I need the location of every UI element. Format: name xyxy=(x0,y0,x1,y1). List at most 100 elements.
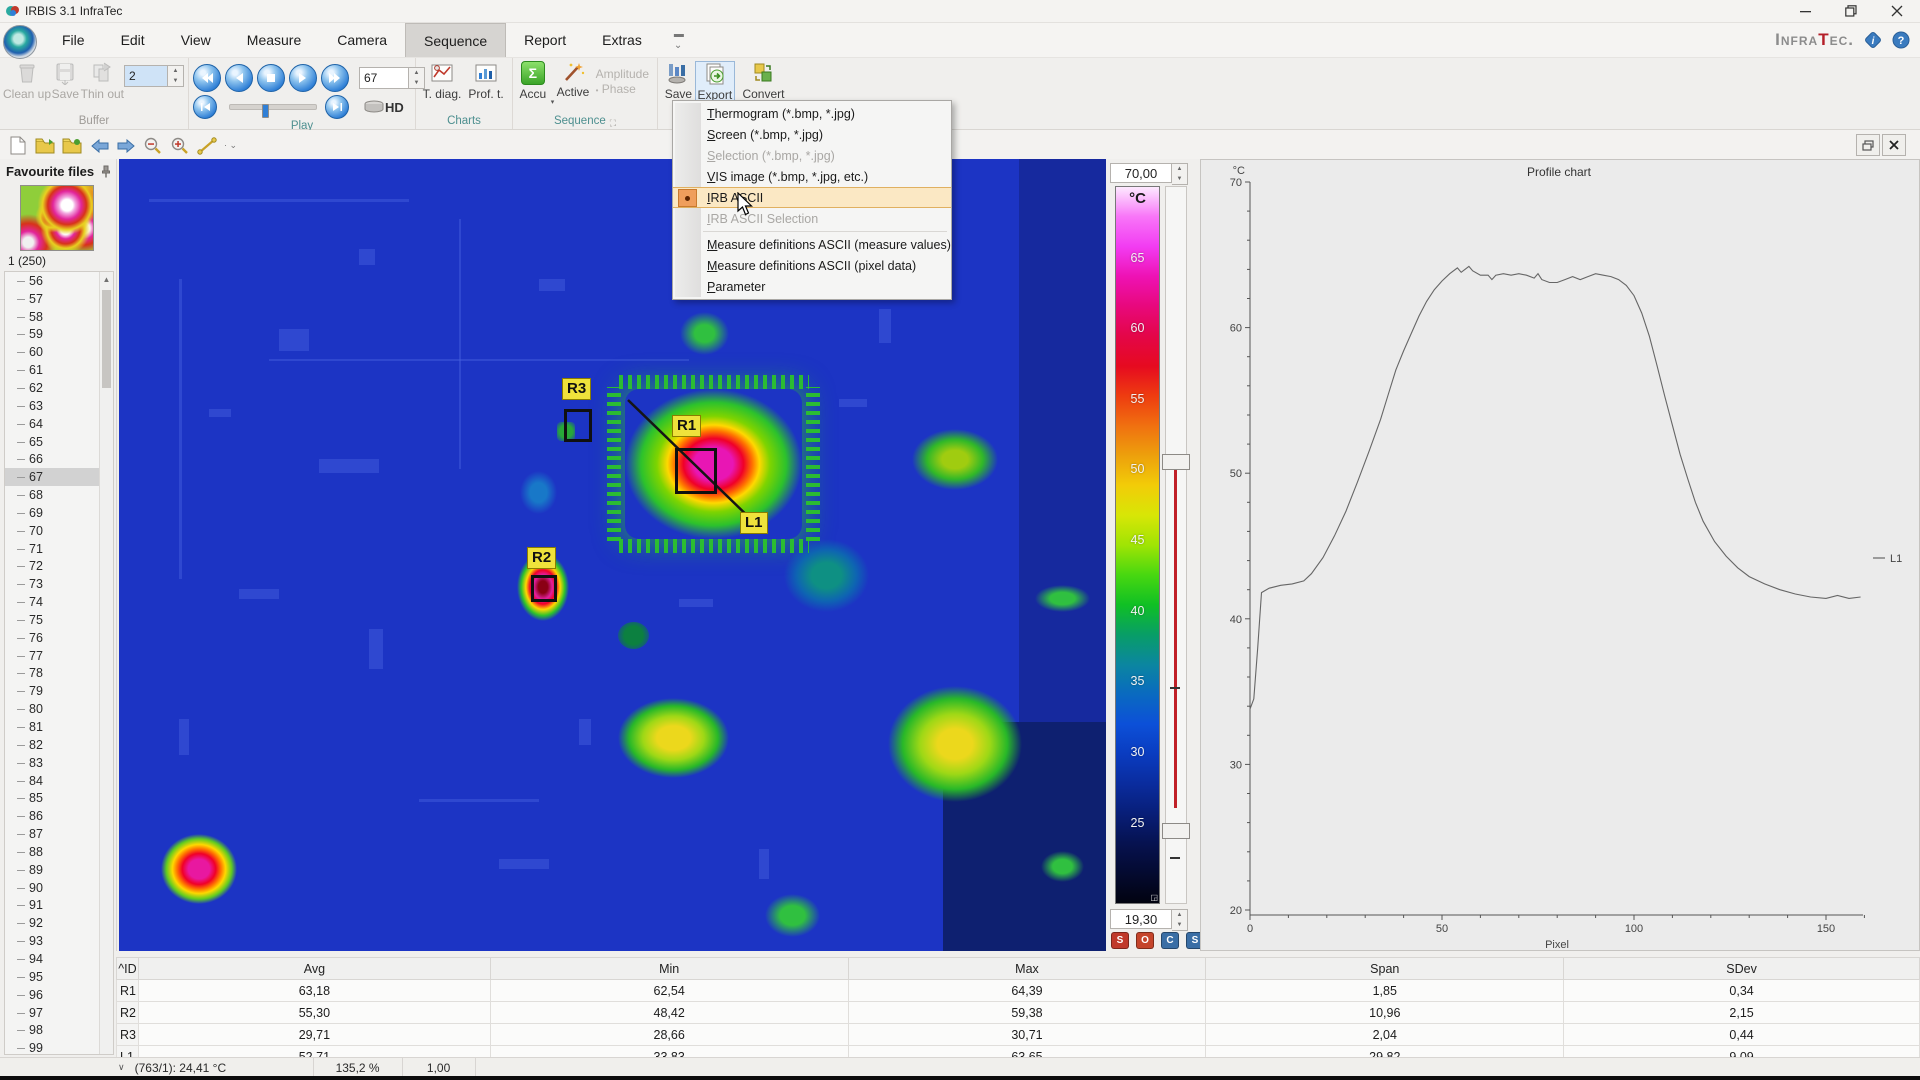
frame-list-item[interactable]: 65 xyxy=(5,433,113,451)
frame-list-item[interactable]: 97 xyxy=(5,1004,113,1022)
step-back-button[interactable] xyxy=(225,64,253,92)
export-menu-item[interactable]: Screen (*.bmp, *.jpg) xyxy=(673,124,951,145)
frame-list-item[interactable]: 70 xyxy=(5,522,113,540)
new-file-button[interactable] xyxy=(8,136,28,156)
color-scale-gradient[interactable]: °C ◲ 656055504540353025 xyxy=(1115,186,1160,904)
frame-list-item[interactable]: 79 xyxy=(5,682,113,700)
buffer-spinner-value[interactable]: 2 xyxy=(124,65,168,87)
menu-item-report[interactable]: Report xyxy=(506,23,584,57)
frame-list-item[interactable]: 68 xyxy=(5,486,113,504)
profile-tool-button[interactable]: Prof. t. xyxy=(464,61,508,101)
frame-number[interactable]: 67 xyxy=(359,67,409,89)
region-rect-r3[interactable] xyxy=(564,409,592,442)
open-file-button[interactable] xyxy=(35,136,55,156)
frame-list-item[interactable]: 80 xyxy=(5,700,113,718)
frame-list-item[interactable]: 88 xyxy=(5,843,113,861)
spinner-up-icon[interactable]: ▲ xyxy=(1172,910,1187,920)
skip-end-button[interactable] xyxy=(321,64,349,92)
accu-dropdown-caret[interactable]: ▾ xyxy=(551,98,555,114)
frame-list-item[interactable]: 73 xyxy=(5,575,113,593)
scale-min-arrows[interactable]: ▲▼ xyxy=(1172,909,1188,931)
convert-button[interactable]: Convert xyxy=(742,61,784,101)
palette-button-c[interactable]: C xyxy=(1161,932,1179,949)
play-position-slider[interactable] xyxy=(229,104,317,110)
previous-button[interactable] xyxy=(89,136,109,156)
palette-button-s[interactable]: S xyxy=(1111,932,1129,949)
loop-start-button[interactable] xyxy=(193,95,217,119)
menu-item-camera[interactable]: Camera xyxy=(319,23,405,57)
table-header[interactable]: Span xyxy=(1206,958,1564,980)
toolbar-more-icon[interactable]: · ⌄ xyxy=(224,140,237,151)
restore-button[interactable] xyxy=(1828,0,1874,22)
spinner-down-icon[interactable]: ▼ xyxy=(168,76,183,86)
ribbon-collapse-icon[interactable]: ▬⌄ xyxy=(674,29,684,51)
frame-list-item[interactable]: 72 xyxy=(5,558,113,576)
region-label-r2[interactable]: R2 xyxy=(527,547,556,569)
frame-list-item[interactable]: 71 xyxy=(5,540,113,558)
menu-item-edit[interactable]: Edit xyxy=(103,23,163,57)
frame-list-item[interactable]: 75 xyxy=(5,611,113,629)
frame-list-item[interactable]: 95 xyxy=(5,968,113,986)
frame-list-item[interactable]: 83 xyxy=(5,754,113,772)
frame-list-item[interactable]: 93 xyxy=(5,932,113,950)
thin-out-button[interactable]: Thin out xyxy=(81,61,124,101)
frame-list-item[interactable]: 87 xyxy=(5,825,113,843)
save-button[interactable]: Save xyxy=(662,61,695,101)
region-rect-r1[interactable] xyxy=(675,448,717,494)
export-menu-item[interactable]: VIS image (*.bmp, *.jpg, etc.) xyxy=(673,166,951,187)
region-label-r1[interactable]: R1 xyxy=(672,415,701,437)
slider-thumb[interactable] xyxy=(262,104,269,118)
close-button[interactable] xyxy=(1874,0,1920,22)
export-menu-item[interactable]: IRB ASCII xyxy=(673,187,951,208)
frame-list-item[interactable]: 89 xyxy=(5,861,113,879)
export-menu-item[interactable]: Measure definitions ASCII (pixel data) xyxy=(673,255,951,276)
dialog-launcher-icon[interactable]: ⛶ xyxy=(610,118,616,129)
frame-list-item[interactable]: 82 xyxy=(5,736,113,754)
buffer-spinner[interactable]: 2 ▲▼ xyxy=(124,65,184,87)
frame-list-item[interactable]: 61 xyxy=(5,361,113,379)
menu-item-extras[interactable]: Extras xyxy=(584,23,660,57)
play-button[interactable] xyxy=(289,64,317,92)
favourite-thumbnail[interactable] xyxy=(20,185,94,251)
frame-list-item[interactable]: 62 xyxy=(5,379,113,397)
frame-list-item[interactable]: 85 xyxy=(5,789,113,807)
frame-list-item[interactable]: 67 xyxy=(5,468,113,486)
table-header[interactable]: Avg xyxy=(138,958,490,980)
clean-up-button[interactable]: Clean up xyxy=(4,61,50,101)
zoom-in-button[interactable] xyxy=(170,136,190,156)
table-row[interactable]: R329,7128,6630,712,040,44 xyxy=(117,1024,1920,1046)
application-button[interactable] xyxy=(3,25,37,59)
frame-list-item[interactable]: 84 xyxy=(5,772,113,790)
region-rect-r2[interactable] xyxy=(531,575,557,602)
float-panel-button[interactable] xyxy=(1856,134,1880,156)
scale-min-spinner[interactable]: 19,30 ▲▼ xyxy=(1110,909,1188,929)
region-label-l1[interactable]: L1 xyxy=(740,512,768,534)
help-icon[interactable]: ? xyxy=(1892,31,1910,49)
stop-button[interactable] xyxy=(257,64,285,92)
menu-item-view[interactable]: View xyxy=(163,23,229,57)
frame-list-item[interactable]: 57 xyxy=(5,290,113,308)
close-panel-button[interactable] xyxy=(1882,134,1906,156)
frame-list-item[interactable]: 58 xyxy=(5,308,113,326)
scale-max-value[interactable]: 70,00 xyxy=(1110,163,1172,183)
frame-list-item[interactable]: 91 xyxy=(5,897,113,915)
status-chevron-icon[interactable]: ∨ xyxy=(118,1062,125,1073)
frame-list-item[interactable]: 96 xyxy=(5,986,113,1004)
table-header[interactable]: SDev xyxy=(1564,958,1920,980)
frame-list-scrollbar[interactable]: ▲ xyxy=(99,272,113,1054)
t-diagram-button[interactable]: T. diag. xyxy=(420,61,464,101)
next-button[interactable] xyxy=(116,136,136,156)
frame-list-item[interactable]: 60 xyxy=(5,343,113,361)
scale-range-slider[interactable] xyxy=(1165,186,1187,904)
frame-list-item[interactable]: 90 xyxy=(5,879,113,897)
export-menu-item[interactable]: Measure definitions ASCII (measure value… xyxy=(673,234,951,255)
pin-icon[interactable] xyxy=(100,165,112,178)
buffer-save-button[interactable]: Save xyxy=(50,61,81,101)
menu-item-measure[interactable]: Measure xyxy=(229,23,319,57)
table-header[interactable]: Min xyxy=(490,958,848,980)
frame-list-item[interactable]: 56 xyxy=(5,272,113,290)
skip-start-button[interactable] xyxy=(193,64,221,92)
table-row[interactable]: R255,3048,4259,3810,962,15 xyxy=(117,1002,1920,1024)
frame-list-item[interactable]: 94 xyxy=(5,950,113,968)
frame-list-item[interactable]: 76 xyxy=(5,629,113,647)
